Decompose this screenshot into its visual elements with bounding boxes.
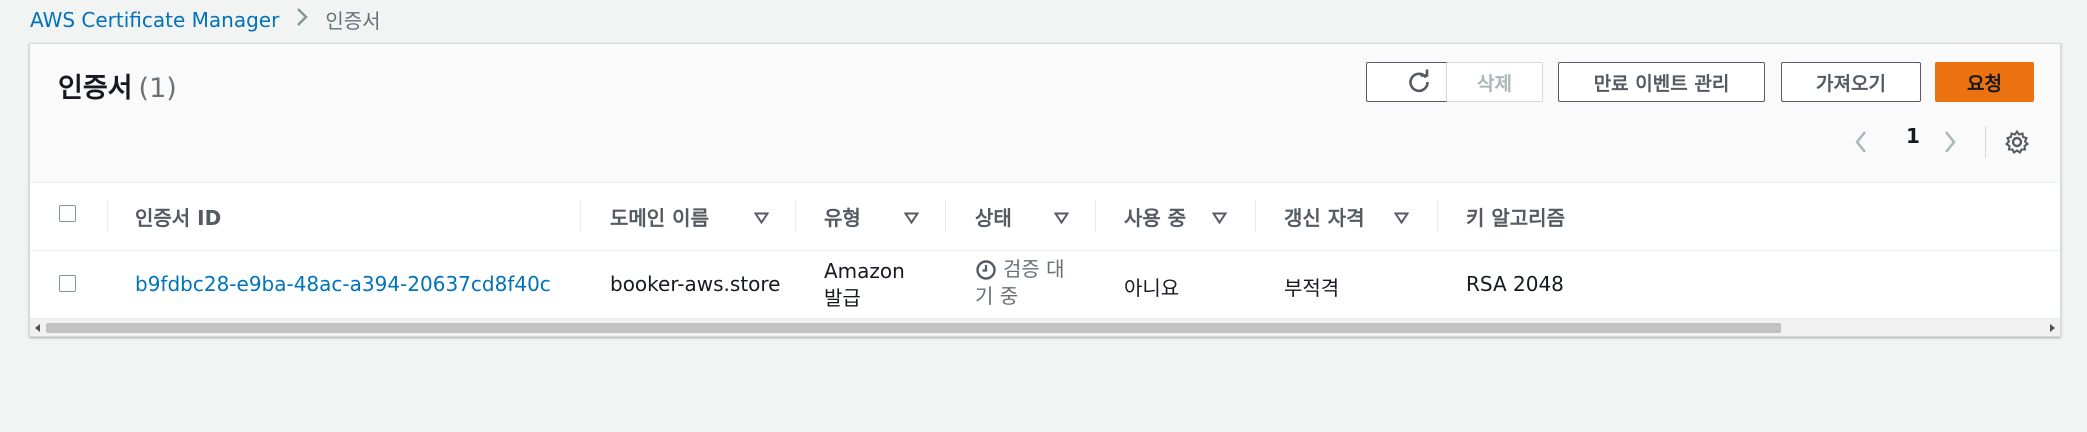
- column-header-in-use[interactable]: 사용 중: [1124, 182, 1186, 250]
- page-title: 인증서 (1): [58, 66, 177, 105]
- preferences-button[interactable]: [2004, 124, 2030, 160]
- horizontal-scrollbar[interactable]: [30, 318, 2060, 336]
- column-header-renewal[interactable]: 갱신 자격: [1284, 182, 1365, 250]
- in-use-value: 아니요: [1124, 276, 1180, 300]
- select-all-checkbox[interactable]: [59, 205, 76, 222]
- column-divider: [1255, 200, 1256, 232]
- breadcrumb: AWS Certificate Manager 인증서: [30, 5, 381, 34]
- cert-type-line1: Amazon: [824, 259, 905, 283]
- column-header-domain[interactable]: 도메인 이름: [610, 182, 709, 250]
- column-header-status[interactable]: 상태: [975, 182, 1012, 250]
- sort-down-icon[interactable]: [754, 212, 769, 224]
- sort-down-icon[interactable]: [904, 212, 919, 224]
- cert-type-line2: 발급: [824, 286, 861, 310]
- column-divider: [945, 200, 946, 232]
- row-divider: [30, 250, 2060, 251]
- chevron-left-icon: [1855, 131, 1866, 153]
- domain-name: booker-aws.store: [610, 272, 781, 296]
- title-count: (1): [138, 73, 177, 104]
- column-divider: [795, 200, 796, 232]
- column-header-key-algorithm[interactable]: 키 알고리즘: [1466, 182, 1565, 250]
- pagination-current-page[interactable]: 1: [1906, 124, 1920, 148]
- title-text: 인증서: [58, 73, 133, 104]
- breadcrumb-link-acm[interactable]: AWS Certificate Manager: [30, 8, 279, 32]
- sort-down-icon[interactable]: [1394, 212, 1409, 224]
- column-divider: [580, 200, 581, 232]
- key-algorithm-value: RSA 2048: [1466, 272, 1564, 296]
- chevron-right-icon: [295, 6, 309, 34]
- sort-down-icon[interactable]: [1054, 212, 1069, 224]
- column-header-cert-id[interactable]: 인증서 ID: [135, 182, 221, 250]
- column-divider: [1437, 200, 1438, 232]
- import-button[interactable]: 가져오기: [1781, 62, 1921, 102]
- status-line1: 검증 대: [1003, 257, 1065, 281]
- scroll-right-icon[interactable]: [2049, 323, 2057, 333]
- column-divider: [107, 200, 108, 232]
- scroll-left-icon[interactable]: [33, 323, 41, 333]
- renewal-value: 부적격: [1284, 276, 1340, 300]
- pagination-prev[interactable]: [1853, 124, 1869, 160]
- row-checkbox[interactable]: [59, 275, 76, 292]
- column-header-type[interactable]: 유형: [824, 182, 861, 250]
- column-divider: [1095, 200, 1096, 232]
- breadcrumb-current: 인증서: [325, 9, 381, 33]
- clock-icon: [976, 259, 996, 280]
- status-line2: 기 중: [975, 284, 1019, 308]
- request-button[interactable]: 요청: [1935, 62, 2034, 102]
- scrollbar-thumb[interactable]: [46, 323, 1781, 333]
- status: 검증 대 기 중: [975, 256, 1065, 310]
- manage-expiry-events-button[interactable]: 만료 이벤트 관리: [1558, 62, 1765, 102]
- delete-button[interactable]: 삭제: [1446, 62, 1543, 102]
- cert-id-link[interactable]: b9fdbc28-e9ba-48ac-a394-20637cd8f40c: [135, 272, 551, 296]
- sort-down-icon[interactable]: [1212, 212, 1227, 224]
- chevron-right-icon: [1945, 131, 1956, 153]
- certificates-panel: 인증서 (1) 삭제 만료 이벤트 관리 가져오기 요청 1 인증서 ID 도메인…: [29, 43, 2061, 337]
- gear-icon: [2004, 129, 2030, 154]
- toolbar-divider: [1985, 126, 1986, 158]
- refresh-icon: [1408, 69, 1429, 93]
- pagination-next[interactable]: [1942, 124, 1958, 160]
- cert-type: Amazon 발급: [824, 258, 905, 312]
